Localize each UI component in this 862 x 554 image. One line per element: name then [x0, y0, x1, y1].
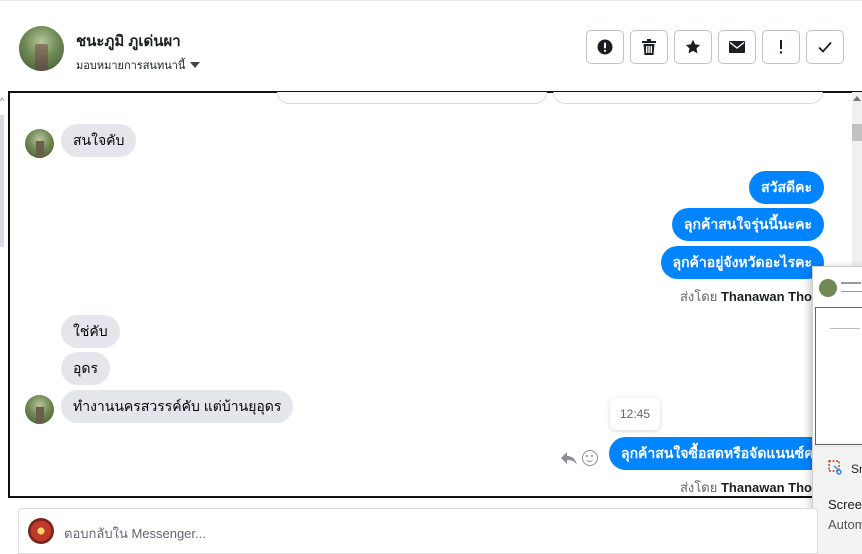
- reply-input[interactable]: ตอบกลับใน Messenger...: [64, 523, 206, 544]
- incoming-message[interactable]: ทำงานนครสวรรค์คับ แต่บ้านยุอุดร: [61, 390, 294, 423]
- contact-avatar[interactable]: [19, 26, 64, 71]
- sent-by-prefix: ส่งโดย: [680, 289, 718, 304]
- scroll-up-arrow-icon[interactable]: [853, 96, 861, 101]
- contact-name[interactable]: ชนะภูมิ ภูเด่นผา: [76, 29, 181, 53]
- incoming-message[interactable]: สนใจคับ: [61, 124, 137, 157]
- emoji-reaction-icon[interactable]: [582, 450, 598, 466]
- assign-conversation-dropdown[interactable]: มอบหมายการสนทนานี้: [76, 56, 201, 74]
- snipping-tool-notification[interactable]: Sn Screen Autom: [812, 447, 862, 554]
- previous-message-stub: [553, 92, 823, 104]
- mark-unread-button[interactable]: [718, 30, 756, 64]
- reply-composer[interactable]: ตอบกลับใน Messenger...: [18, 508, 818, 554]
- snip-app-name: Sn: [851, 462, 862, 476]
- messenger-inbox-page: ชนะภูมิ ภูเด่นผา มอบหมายการสนทนานี้ ^ สน…: [0, 0, 862, 554]
- scrollbar-thumb[interactable]: [852, 124, 862, 141]
- snip-title: Screen: [828, 497, 862, 512]
- thumbnail-inner-frame: [815, 307, 862, 445]
- thumbnail-avatar: [819, 279, 837, 297]
- star-button[interactable]: [674, 30, 712, 64]
- sender-avatar[interactable]: [25, 395, 54, 424]
- thumbnail-text-line: [830, 328, 860, 329]
- mark-spam-button[interactable]: [586, 30, 624, 64]
- thumbnail-text-line: [841, 291, 862, 292]
- sent-by-prefix: ส่งโดย: [680, 480, 718, 495]
- incoming-message[interactable]: ใช่คับ: [61, 315, 120, 348]
- incoming-message[interactable]: อุดร: [61, 352, 111, 385]
- sent-by-label: ส่งโดย Thanawan Thon: [680, 477, 820, 498]
- previous-message-stub: [277, 92, 547, 104]
- outgoing-message[interactable]: สวัสดีคะ: [749, 171, 824, 204]
- sent-by-name: Thanawan Thon: [720, 480, 820, 495]
- exclamation-icon: [779, 40, 783, 54]
- page-avatar: [28, 518, 54, 544]
- timestamp-tooltip: 12:45: [610, 398, 660, 430]
- sent-by-label: ส่งโดย Thanawan Thon: [680, 286, 820, 307]
- left-scroll-strip: [0, 115, 4, 247]
- mark-important-button[interactable]: [762, 30, 800, 64]
- check-icon: [818, 41, 832, 53]
- caret-down-icon: [190, 62, 201, 68]
- reply-icon[interactable]: [560, 450, 578, 466]
- exclamation-circle-icon: [597, 39, 613, 55]
- star-icon: [685, 39, 701, 54]
- outgoing-message[interactable]: ลุกค้าสนใจซื้อสดหรือจัดแนนซ์คะ: [609, 437, 833, 470]
- outgoing-message[interactable]: ลุกค้าอยู่จังหวัดอะไรคะ: [660, 246, 824, 279]
- outgoing-message[interactable]: ลุกค้าสนใจรุ่นนี้นะคะ: [671, 208, 824, 241]
- conversation-header: ชนะภูมิ ภูเด่นผา มอบหมายการสนทนานี้: [0, 0, 862, 92]
- collapse-caret-icon[interactable]: ^: [0, 96, 4, 106]
- snipping-tool-icon: [828, 460, 842, 475]
- mark-done-button[interactable]: [806, 30, 844, 64]
- sent-by-name: Thanawan Thon: [720, 289, 820, 304]
- screenshot-thumbnail-window[interactable]: [812, 266, 862, 456]
- sender-avatar[interactable]: [25, 129, 54, 158]
- envelope-icon: [729, 41, 745, 53]
- delete-button[interactable]: [630, 30, 668, 64]
- snip-subtitle: Autom: [828, 517, 862, 532]
- trash-icon: [642, 39, 656, 55]
- conversation-actions: [586, 30, 844, 64]
- thumbnail-text-line: [841, 282, 861, 284]
- assign-label: มอบหมายการสนทนานี้: [76, 60, 186, 72]
